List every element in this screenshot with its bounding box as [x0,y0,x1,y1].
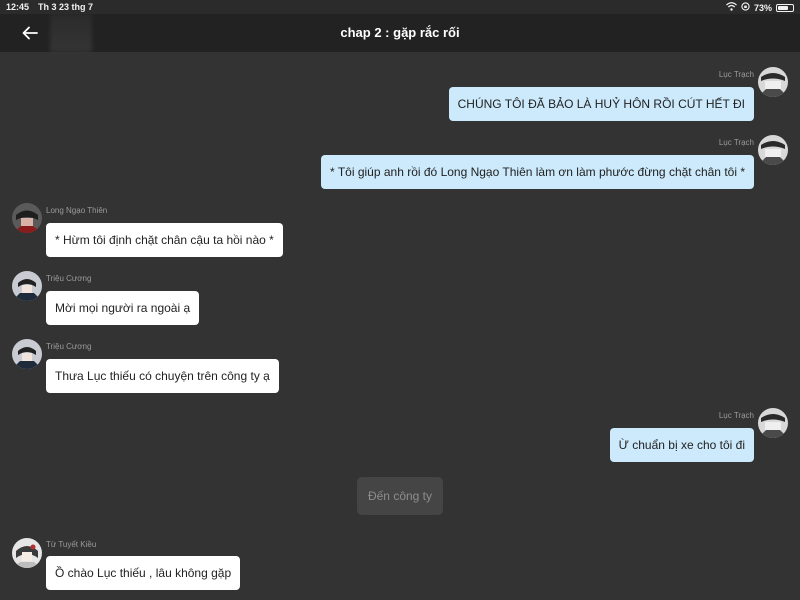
message-bubble: Ừ chuẩn bị xe cho tôi đi [609,428,754,462]
avatar-trieu-cuong [12,339,42,369]
sender-name: Từ Tuyết Kiều [46,540,97,549]
message-bubble: CHÚNG TÔI ĐÃ BẢO LÀ HUỶ HÔN RỒI CÚT HẾT … [448,87,754,121]
battery-icon [776,3,794,12]
status-date: Th 3 23 thg 7 [38,2,94,12]
message-bubble: * Hừm tôi định chặt chân cậu ta hồi nào … [46,223,283,257]
chapter-title: chap 2 : gặp rắc rối [340,25,460,40]
sender-name: Triệu Cương [46,274,92,283]
avatar-luc-trach [758,408,788,438]
scene-transition-button[interactable]: Đến công ty [357,477,443,515]
battery-percent: 73% [753,2,772,13]
message-bubble: Thưa Lục thiếu có chuyện trên công ty ạ [46,359,279,393]
status-indicators: 73% [726,2,794,13]
avatar-luc-trach [758,135,788,165]
avatar-luc-trach [758,67,788,97]
sender-name: Lục Trạch [718,138,754,147]
sender-name: Lục Trạch [718,70,754,79]
sender-name: Long Ngạo Thiên [46,206,108,215]
avatar-long-ngao-thien [12,203,42,233]
battery-level [778,5,788,10]
nav-bar: chap 2 : gặp rắc rối [0,14,800,52]
orientation-lock-icon [741,2,750,13]
avatar-trieu-cuong [12,271,42,301]
message-bubble: Ồ chào Lục thiếu , lâu không gặp [46,556,241,590]
sender-name: Lục Trạch [718,411,754,420]
wifi-icon [726,2,737,13]
status-bar: 12:45 Th 3 23 thg 7 73% [0,0,800,14]
sender-name: Triệu Cương [46,342,92,351]
message-bubble: * Tôi giúp anh rồi đó Long Ngạo Thiên là… [321,155,754,189]
message-bubble: Mời mọi người ra ngoài ạ [46,291,200,325]
avatar-tu-tuyet-kieu [12,538,42,568]
status-time: 12:45 [6,2,30,12]
